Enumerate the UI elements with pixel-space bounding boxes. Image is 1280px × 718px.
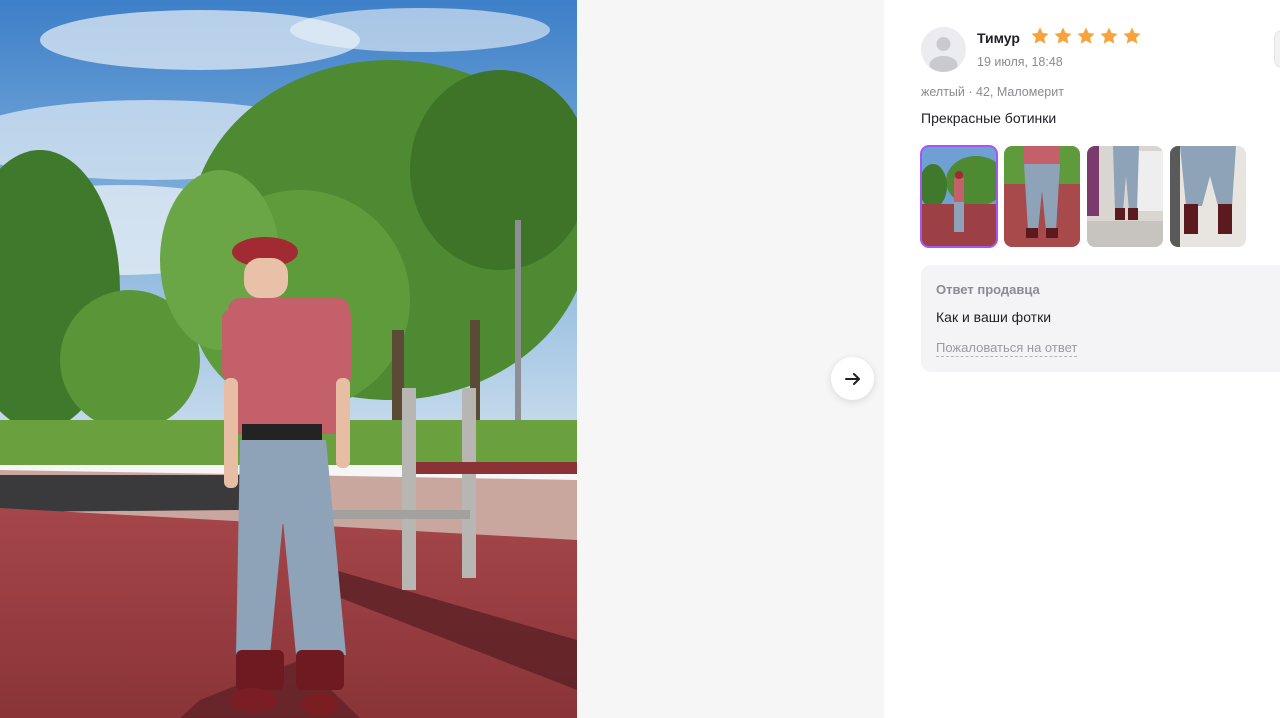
photo-viewer xyxy=(0,0,884,718)
photo-thumbnail[interactable] xyxy=(1170,146,1246,247)
next-photo-button[interactable] xyxy=(831,357,874,400)
star-icon xyxy=(1054,27,1072,44)
seller-reply: Ответ продавца Как и ваши фотки Пожалова… xyxy=(921,265,1280,372)
seller-reply-text: Как и ваши фотки xyxy=(936,309,1052,325)
review-text: Прекрасные ботинки xyxy=(921,110,1057,126)
rating-stars xyxy=(1030,26,1142,46)
review-variant: желтый · 42, Маломерит xyxy=(921,85,1064,99)
star-icon xyxy=(1123,27,1141,44)
complain-link[interactable]: Пожаловаться на ответ xyxy=(936,340,1078,357)
review-photo-main xyxy=(0,0,577,718)
star-icon xyxy=(1077,27,1095,44)
photo-thumbnails xyxy=(920,145,1246,248)
star-icon xyxy=(1031,27,1049,44)
side-action-button[interactable] xyxy=(1274,30,1280,68)
photo-thumbnail[interactable] xyxy=(1004,146,1080,247)
review-author: Тимур xyxy=(977,30,1020,46)
photo-thumbnail[interactable] xyxy=(920,145,998,248)
review-date: 19 июля, 18:48 xyxy=(977,55,1063,69)
user-avatar-icon xyxy=(921,27,966,72)
photo-thumbnail[interactable] xyxy=(1087,146,1163,247)
review-photo-modal: Тимур 19 июля, 18:48 желтый · 42, Маломе… xyxy=(0,0,1280,718)
arrow-right-icon xyxy=(844,372,860,385)
star-icon xyxy=(1100,27,1118,44)
seller-reply-title: Ответ продавца xyxy=(936,282,1040,297)
review-panel: Тимур 19 июля, 18:48 желтый · 42, Маломе… xyxy=(884,0,1280,718)
